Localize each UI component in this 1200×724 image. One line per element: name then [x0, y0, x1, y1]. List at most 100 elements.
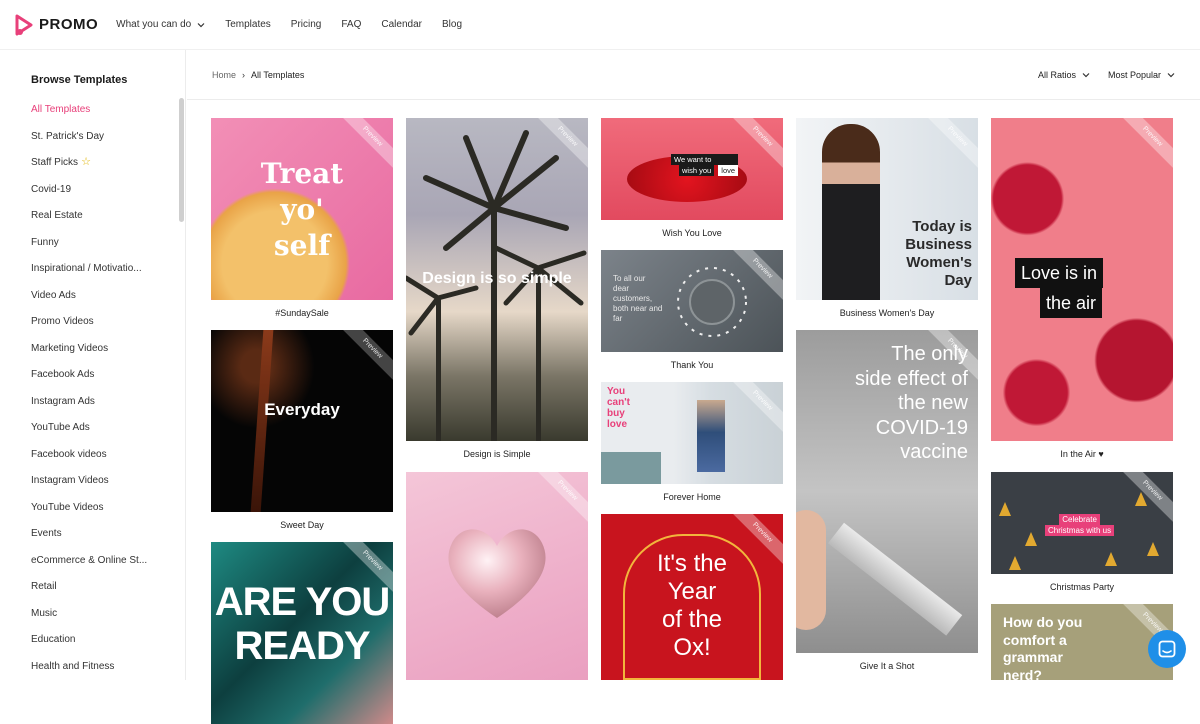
sidebar-item-facebook-ads[interactable]: Facebook Ads: [31, 369, 147, 396]
sidebar-item-education[interactable]: Education: [31, 634, 147, 661]
sidebar-item-health-fitness[interactable]: Health and Fitness: [31, 661, 147, 688]
promo-logo-icon: [15, 14, 33, 35]
preview-ribbon: Preview: [1115, 118, 1173, 174]
sort-dropdown[interactable]: Most Popular: [1108, 70, 1175, 80]
template-card-in-the-air[interactable]: Love is in the air Preview In the Air ♥: [991, 118, 1173, 459]
template-card-sunday-sale[interactable]: Treat yo' self Preview #SundaySale: [211, 118, 393, 318]
template-card-forever-home[interactable]: You can't buy love Preview Forever Home: [601, 382, 783, 502]
template-thumbnail: ARE YOU READY Preview: [211, 542, 393, 724]
sidebar-title: Browse Templates: [31, 74, 128, 86]
sidebar-item-promo-videos[interactable]: Promo Videos: [31, 316, 147, 343]
sidebar-item-retail[interactable]: Retail: [31, 581, 147, 608]
template-card-sweet-day[interactable]: Everyday Preview Sweet Day: [211, 330, 393, 530]
thumbnail-text-line: the air: [1040, 288, 1103, 318]
chat-support-button[interactable]: [1148, 630, 1186, 668]
thumbnail-text: You can't buy love: [607, 386, 630, 430]
category-list: All Templates St. Patrick's Day Staff Pi…: [31, 104, 147, 687]
thumbnail-text-line: Year: [667, 578, 717, 605]
template-card-grammar-nerd[interactable]: How do you comfort a grammar nerd? Previ…: [991, 604, 1173, 680]
chocolate-drip-shape: [250, 330, 274, 512]
sidebar-item-video-ads[interactable]: Video Ads: [31, 290, 147, 317]
thumbnail-text-line: wish you: [679, 165, 715, 176]
nav-faq[interactable]: FAQ: [341, 19, 361, 30]
template-thumbnail: Everyday Preview: [211, 330, 393, 512]
nav-blog[interactable]: Blog: [442, 19, 462, 30]
preview-ribbon: Preview: [335, 330, 393, 386]
template-card-year-of-the-ox[interactable]: It's the Year of the Ox! Preview: [601, 514, 783, 680]
template-caption: #SundaySale: [275, 308, 329, 318]
template-card-pink-heart[interactable]: Preview: [406, 472, 588, 680]
template-card-business-womens-day[interactable]: Today is Business Women's Day Preview Bu…: [796, 118, 978, 318]
sidebar-item-events[interactable]: Events: [31, 528, 147, 555]
chat-icon: [1158, 640, 1176, 658]
hand-shape: [796, 510, 826, 630]
thumbnail-text: Today is Business Women's Day: [905, 218, 972, 289]
sort-label: Most Popular: [1108, 70, 1162, 80]
sidebar-item-instagram-videos[interactable]: Instagram Videos: [31, 475, 147, 502]
sidebar-item-all-templates[interactable]: All Templates: [31, 104, 147, 131]
sidebar-item-funny[interactable]: Funny: [31, 237, 147, 264]
breadcrumb-home[interactable]: Home: [212, 70, 236, 80]
sidebar-scrollbar[interactable]: [179, 98, 184, 222]
promo-logo[interactable]: PROMO: [14, 14, 98, 36]
thumbnail-text: The only side effect of the new COVID-19…: [854, 343, 968, 463]
chevron-down-icon: [197, 22, 205, 27]
template-caption: Christmas Party: [1049, 582, 1114, 592]
sidebar-item-youtube-ads[interactable]: YouTube Ads: [31, 422, 147, 449]
thumbnail-text-line: It's the: [657, 550, 727, 577]
template-card-design-is-simple[interactable]: Design is so simple Preview Design is Si…: [406, 118, 588, 459]
template-card-are-you-ready[interactable]: ARE YOU READY Preview: [211, 542, 393, 724]
sidebar-item-inspirational[interactable]: Inspirational / Motivatio...: [31, 263, 147, 290]
template-thumbnail: We want to wish you love Preview: [601, 118, 783, 220]
template-caption: Thank You: [670, 360, 714, 370]
template-card-christmas-party[interactable]: Celebrate Christmas with us Preview Chri…: [991, 472, 1173, 592]
thumbnail-text-line: yo': [280, 193, 324, 226]
sidebar-item-covid-19[interactable]: Covid-19: [31, 184, 147, 211]
thumbnail-text-line: love: [718, 165, 739, 176]
star-icon: ☆: [81, 156, 91, 168]
thumbnail-title: Everyday: [264, 400, 340, 419]
sidebar-item-real-estate[interactable]: Real Estate: [31, 210, 147, 237]
sidebar-item-marketing-videos[interactable]: Marketing Videos: [31, 343, 147, 370]
template-thumbnail: Design is so simple Preview: [406, 118, 588, 441]
sidebar-item-staff-picks[interactable]: Staff Picks ☆: [31, 157, 147, 184]
breadcrumb-current: All Templates: [251, 70, 305, 80]
ratio-filter-dropdown[interactable]: All Ratios: [1038, 70, 1090, 80]
sidebar-item-youtube-videos[interactable]: YouTube Videos: [31, 502, 147, 529]
thumbnail-text-line: READY: [234, 624, 370, 668]
main-nav: What you can do Templates Pricing FAQ Ca…: [116, 19, 482, 30]
template-caption: Business Women's Day: [839, 308, 935, 318]
chevron-right-icon: ›: [242, 70, 246, 80]
nav-pricing[interactable]: Pricing: [291, 19, 322, 30]
sidebar-item-facebook-videos[interactable]: Facebook videos: [31, 449, 147, 476]
nav-what-you-can-do[interactable]: What you can do: [116, 19, 205, 30]
sidebar-item-st-patricks-day[interactable]: St. Patrick's Day: [31, 131, 147, 158]
preview-ribbon: Preview: [725, 382, 783, 438]
template-thumbnail: The only side effect of the new COVID-19…: [796, 330, 978, 653]
template-caption: Design is Simple: [463, 449, 531, 459]
thumbnail-text-line: self: [273, 229, 331, 262]
template-thumbnail: Today is Business Women's Day Preview: [796, 118, 978, 300]
sidebar: Browse Templates All Templates St. Patri…: [0, 50, 186, 680]
template-thumbnail: You can't buy love Preview: [601, 382, 783, 484]
thumbnail-text-line: Christmas with us: [1045, 525, 1115, 536]
template-caption: Forever Home: [663, 492, 721, 502]
syringe-shape: [827, 522, 963, 636]
sidebar-item-music[interactable]: Music: [31, 608, 147, 635]
template-card-thank-you[interactable]: To all our dear customers, both near and…: [601, 250, 783, 370]
template-caption: Wish You Love: [662, 228, 722, 238]
nav-templates[interactable]: Templates: [225, 19, 271, 30]
template-thumbnail: Treat yo' self Preview: [211, 118, 393, 300]
nav-calendar[interactable]: Calendar: [381, 19, 422, 30]
globe-people-illustration: [677, 267, 747, 337]
thumbnail-text-line: Celebrate: [1059, 514, 1100, 525]
template-card-wish-you-love[interactable]: We want to wish you love Preview Wish Yo…: [601, 118, 783, 238]
sidebar-item-instagram-ads[interactable]: Instagram Ads: [31, 396, 147, 423]
heart-balloon-icon: [448, 529, 546, 618]
template-caption: In the Air ♥: [1060, 449, 1104, 459]
template-card-give-it-a-shot[interactable]: The only side effect of the new COVID-19…: [796, 330, 978, 671]
sidebar-item-ecommerce[interactable]: eCommerce & Online St...: [31, 555, 147, 582]
thumbnail-text-line: ARE YOU: [214, 580, 391, 624]
chevron-down-icon: [1167, 73, 1175, 78]
thumbnail-text-line: Treat: [260, 157, 344, 190]
